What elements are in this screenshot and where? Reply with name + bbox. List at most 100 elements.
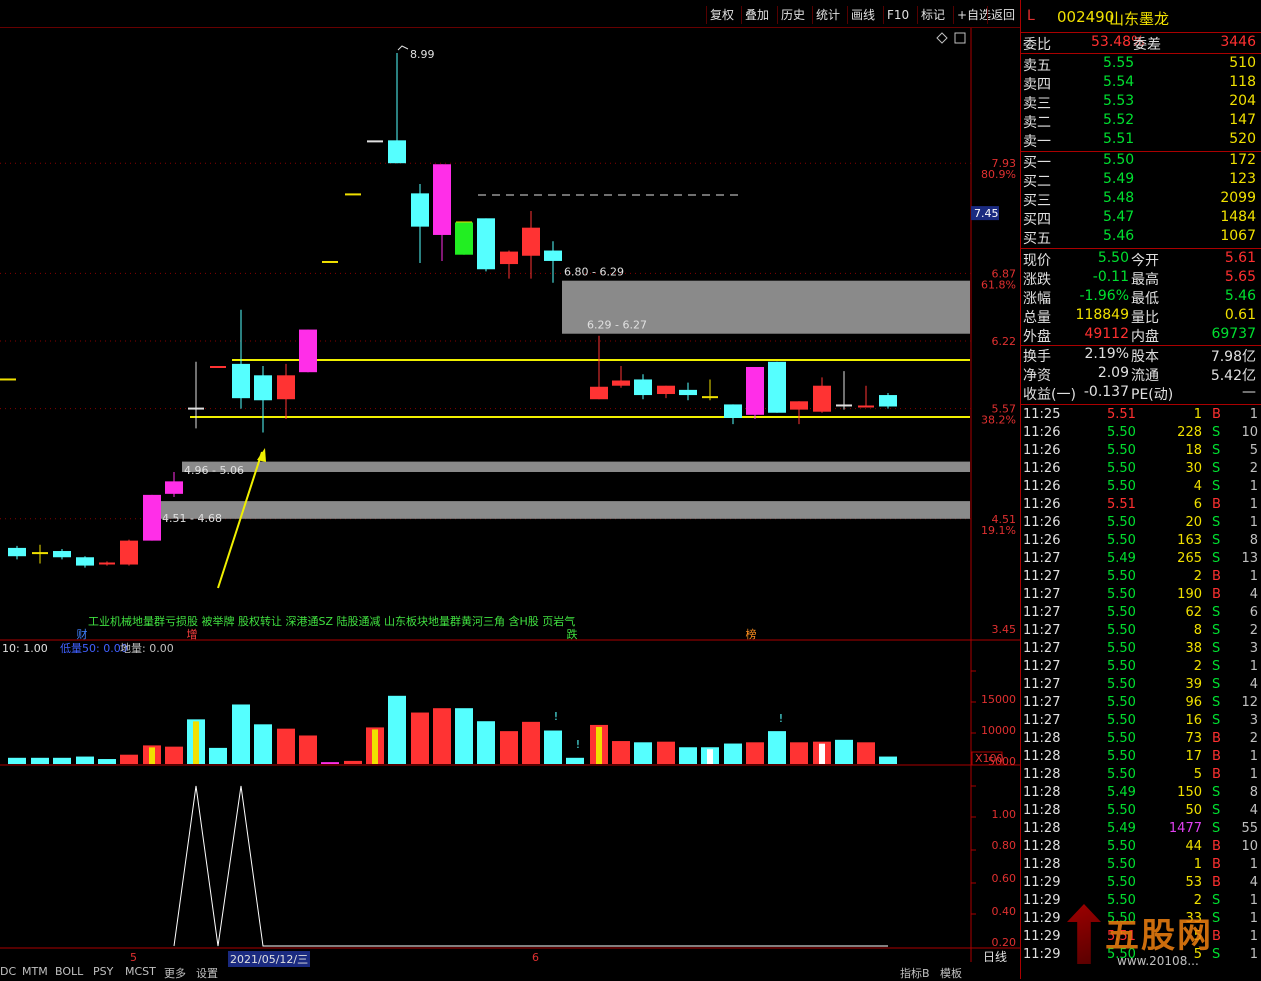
toolbar-button-6[interactable]: 标记 xyxy=(917,6,948,24)
tick-time: 11:27 xyxy=(1023,605,1061,620)
toolbar-button-8[interactable]: 返回 xyxy=(987,6,1018,24)
volume-bar xyxy=(477,721,495,764)
level-label: 卖一 xyxy=(1023,134,1051,150)
volume-bar xyxy=(790,742,808,764)
candle-body xyxy=(657,385,675,395)
tick-volume: 53 xyxy=(1185,875,1202,890)
toolbar-button-4[interactable]: 画线 xyxy=(847,6,878,24)
tick-time: 11:29 xyxy=(1023,875,1061,890)
tick-price: 5.50 xyxy=(1107,713,1136,728)
tick-time: 11:28 xyxy=(1023,785,1061,800)
stat-value: 0.61 xyxy=(1224,307,1256,323)
tick-side: S xyxy=(1212,479,1221,494)
month-label: 5 xyxy=(130,951,137,964)
stat-label: 今开 xyxy=(1131,253,1159,269)
candle-body xyxy=(612,380,630,386)
tick-time: 11:27 xyxy=(1023,713,1061,728)
tick-count: 2 xyxy=(1249,623,1258,638)
tick-price: 5.51 xyxy=(1107,497,1136,512)
tick-time: 11:28 xyxy=(1023,749,1061,764)
tick-price: 5.50 xyxy=(1107,461,1136,476)
tick-time: 11:27 xyxy=(1023,587,1061,602)
tick-side: B xyxy=(1212,857,1221,872)
fib-pct-label: 19.1% xyxy=(981,524,1016,537)
oscillator-line xyxy=(173,785,888,947)
stat-value: -0.137 xyxy=(1083,384,1129,400)
tick-count: 1 xyxy=(1249,407,1258,422)
volume-bar xyxy=(98,759,116,764)
tick-time: 11:28 xyxy=(1023,839,1061,854)
toolbar-button-1[interactable]: 叠加 xyxy=(741,6,772,24)
stat-label: 最高 xyxy=(1131,272,1159,288)
tick-time: 11:27 xyxy=(1023,623,1061,638)
period-label: 日线 xyxy=(983,950,1007,962)
tick-count: 2 xyxy=(1249,731,1258,746)
tick-time: 11:26 xyxy=(1023,497,1061,512)
volume-bar xyxy=(746,742,764,764)
tick-side: S xyxy=(1212,425,1221,440)
toolbar-button-2[interactable]: 历史 xyxy=(777,6,808,24)
candle-body xyxy=(768,361,786,413)
tick-row: 11:29 5.50 53 B 4 xyxy=(1021,875,1261,893)
tick-volume: 17 xyxy=(1185,749,1202,764)
tick-price: 5.50 xyxy=(1107,875,1136,890)
level-price: 5.52 xyxy=(1103,112,1135,128)
tick-side: B xyxy=(1212,731,1221,746)
tick-row: 11:26 5.50 30 S 2 xyxy=(1021,461,1261,479)
tick-row: 11:27 5.50 39 S 4 xyxy=(1021,677,1261,695)
volume-bar xyxy=(500,731,518,764)
volume-axis-label: 10000 xyxy=(981,724,1016,737)
candle-body xyxy=(277,375,295,400)
stat-value: -1.96% xyxy=(1079,288,1129,304)
indicator-tab[interactable]: DC xyxy=(0,965,16,978)
stat-label: 量比 xyxy=(1131,310,1159,326)
indicator-tab[interactable]: BOLL xyxy=(55,965,83,978)
candle-body xyxy=(522,227,540,256)
event-marker: 增 xyxy=(187,627,198,641)
stat-value: 5.61 xyxy=(1224,250,1256,266)
level-label: 卖五 xyxy=(1023,58,1051,74)
indicator-tab[interactable]: PSY xyxy=(93,965,113,978)
candle-body xyxy=(53,551,71,558)
tick-volume: 1 xyxy=(1193,407,1202,422)
high-marker xyxy=(397,45,409,51)
stat-value: 49112 xyxy=(1084,326,1129,342)
tick-volume: 96 xyxy=(1185,695,1202,710)
tick-price: 5.49 xyxy=(1107,821,1136,836)
volume-bar-inner xyxy=(819,743,825,764)
tick-price: 5.50 xyxy=(1107,623,1136,638)
tick-volume: 30 xyxy=(1185,461,1202,476)
tick-count: 10 xyxy=(1241,425,1258,440)
tick-count: 12 xyxy=(1241,695,1258,710)
volume-bar xyxy=(857,742,875,764)
kline-chart[interactable]: 7.9380.9%6.8761.8%6.225.5738.2%4.5119.1%… xyxy=(0,28,1020,962)
label: 委比 xyxy=(1023,37,1051,53)
volume-bar xyxy=(657,741,675,764)
volume-bar xyxy=(455,708,473,764)
tick-price: 5.50 xyxy=(1107,767,1136,782)
volume-bar xyxy=(433,708,451,764)
watermark: 五股网 www.20108... xyxy=(1061,900,1251,978)
indicator-tab[interactable]: MCST xyxy=(125,965,156,978)
tick-side: S xyxy=(1212,677,1221,692)
tick-price: 5.50 xyxy=(1107,749,1136,764)
stat-value: 2.09 xyxy=(1097,365,1129,381)
tick-price: 5.50 xyxy=(1107,857,1136,872)
tick-price: 5.50 xyxy=(1107,605,1136,620)
toolbar-button-3[interactable]: 统计 xyxy=(812,6,843,24)
toolbar-button-5[interactable]: F10 xyxy=(883,6,912,24)
price-axis-label: 6.22 xyxy=(992,335,1017,348)
tick-row: 11:28 5.50 44 B 10 xyxy=(1021,839,1261,857)
tick-side: S xyxy=(1212,695,1221,710)
tick-price: 5.51 xyxy=(1107,407,1136,422)
tick-count: 1 xyxy=(1249,515,1258,530)
tick-row: 11:26 5.50 20 S 1 xyxy=(1021,515,1261,533)
volume-bar-inner xyxy=(193,721,199,764)
order-book-row: 卖一 5.51 520 xyxy=(1021,131,1261,150)
level-price: 5.48 xyxy=(1103,190,1135,206)
tick-volume: 4 xyxy=(1193,479,1202,494)
volume-bar xyxy=(53,757,71,764)
indicator-tab[interactable]: MTM xyxy=(22,965,48,978)
toolbar-button-0[interactable]: 复权 xyxy=(706,6,737,24)
quote-panel: L 002490 山东墨龙 委比 53.48% 委差 3446 卖五 5.55 510 卖四 5.54… xyxy=(1020,0,1261,979)
